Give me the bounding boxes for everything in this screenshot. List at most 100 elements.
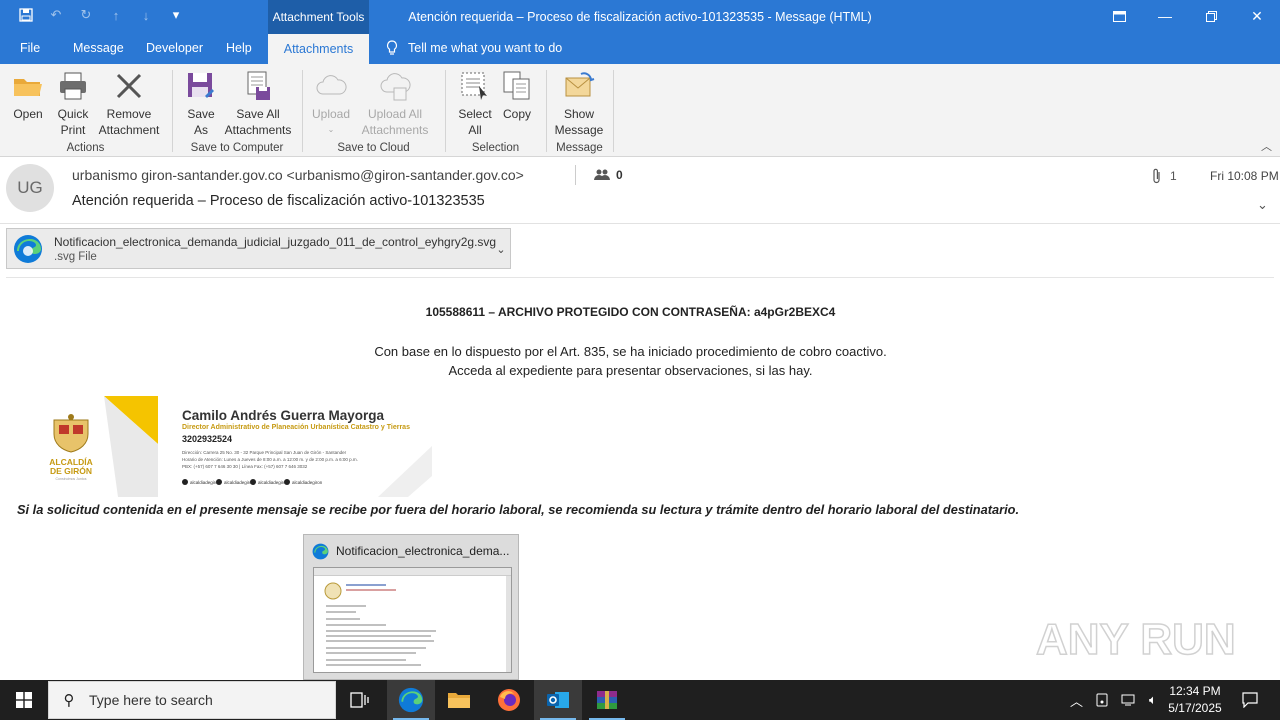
group-save-to-computer: Save As Save All Attachments Save to Com… [173, 68, 301, 156]
paperclip-icon [1153, 168, 1160, 184]
group-label-save-to-cloud: Save to Cloud [337, 142, 410, 154]
winrar-icon [597, 691, 617, 709]
group-label-actions: Actions [66, 142, 105, 154]
instagram-icon [216, 479, 222, 485]
social-twitter: alcaldiadegiron [250, 479, 288, 485]
device-icon[interactable] [1095, 693, 1109, 707]
ribbon-divider [613, 70, 614, 152]
ribbon-display-options-icon[interactable] [1096, 0, 1142, 32]
lightbulb-icon [386, 40, 398, 55]
remove-attachment-button[interactable]: Remove Attachment [96, 70, 162, 138]
upload-all-attachments-button[interactable]: Upload All Attachments [355, 70, 435, 138]
tab-message[interactable]: Message [73, 41, 124, 55]
signature-image: ALCALDÍA DE GIRÓN Construimos Juntos Cam… [28, 396, 432, 497]
taskbar-firefox[interactable] [485, 680, 533, 720]
chevron-down-icon: ⌄ [327, 125, 335, 134]
show-hidden-icons-icon[interactable]: ︿ [1070, 691, 1083, 710]
tell-me-search[interactable]: Tell me what you want to do [386, 40, 562, 56]
signature-hours: Horario de Atención: Lunes a Jueves de 8… [182, 457, 358, 462]
taskbar-file-explorer[interactable] [435, 680, 483, 720]
firefox-icon [498, 689, 520, 711]
select-all-button[interactable]: Select All [454, 70, 496, 138]
edge-icon [312, 543, 329, 560]
open-button[interactable]: Open [6, 70, 50, 122]
header-divider [575, 165, 576, 185]
tab-help[interactable]: Help [226, 41, 252, 55]
undo-icon[interactable]: ↶ [48, 7, 64, 23]
tab-file[interactable]: File [20, 41, 40, 55]
disclaimer: Si la solicitud contenida en el presente… [17, 502, 1020, 517]
window-controls: — ✕ [1096, 0, 1280, 32]
password-line: 105588611 – ARCHIVO PROTEGIDO CON CONTRA… [425, 305, 836, 319]
folder-icon [448, 693, 470, 708]
envelope-icon [565, 72, 595, 97]
taskbar-thumbnail-preview[interactable]: Notificacion_electronica_dema... [303, 534, 519, 680]
twitter-icon [250, 479, 256, 485]
next-item-icon[interactable]: ↓ [138, 7, 154, 23]
notifications-button[interactable] [1230, 680, 1270, 720]
attachment-name: Notificacion_electronica_demanda_judicia… [54, 235, 497, 249]
attachment-count: 1 [1152, 168, 1177, 184]
taskbar-outlook[interactable] [534, 680, 582, 720]
restore-icon[interactable] [1188, 0, 1234, 32]
tab-attachments[interactable]: Attachments [268, 34, 369, 64]
sender[interactable]: urbanismo giron-santander.gov.co <urbani… [72, 167, 524, 183]
task-view-icon [350, 692, 369, 708]
thumbnail-page-preview [313, 567, 512, 673]
group-actions: Open Quick Print Remove Attachment Actio… [0, 68, 171, 156]
start-button[interactable] [0, 680, 48, 720]
sent-time: Fri 10:08 PM [1210, 169, 1279, 183]
taskbar-winrar[interactable] [583, 680, 631, 720]
attachment-dropdown-icon[interactable]: ⌄ [491, 238, 511, 260]
clock-time: 12:34 PM [1169, 684, 1221, 698]
copy-button[interactable]: Copy [500, 70, 534, 122]
group-label-message: Message [556, 142, 603, 154]
customize-toolbar-icon[interactable]: ▾ [168, 7, 184, 23]
recipients-count[interactable]: 0 [594, 168, 623, 182]
volume-icon[interactable]: 🔈︎ [1149, 692, 1157, 708]
attachment-type: .svg File [54, 251, 97, 263]
body-text: Con base en lo dispuesto por el Art. 835… [0, 342, 1261, 380]
expand-header-icon[interactable]: ⌄ [1257, 197, 1268, 213]
taskbar-search[interactable]: ⚲ Type here to search [48, 681, 336, 719]
logo-subtitle: Construimos Juntos [55, 477, 87, 481]
title-bar: ↶ ↻ ↑ ↓ ▾ Attachment Tools Atención requ… [0, 0, 1280, 34]
signature-role: Director Administrativo de Planeación Ur… [182, 424, 410, 431]
copy-icon [503, 71, 530, 100]
quick-print-button[interactable]: Quick Print [51, 70, 95, 138]
logo-text: ALCALDÍA DE GIRÓN [49, 457, 93, 476]
previous-item-icon[interactable]: ↑ [108, 7, 124, 23]
people-icon [594, 169, 610, 180]
folder-icon [14, 79, 42, 96]
svg-text:ANY RUN: ANY RUN [1036, 615, 1236, 664]
redo-icon[interactable]: ↻ [78, 7, 94, 23]
quick-access-toolbar: ↶ ↻ ↑ ↓ ▾ [18, 7, 184, 23]
thumbnail-title: Notificacion_electronica_dema... [336, 544, 510, 558]
save-icon[interactable] [18, 7, 34, 23]
task-view-button[interactable] [336, 680, 384, 720]
taskbar: ⚲ Type here to search ︿ 🔈︎ 12:34 PM 5/17… [0, 680, 1280, 720]
close-icon[interactable]: ✕ [1234, 0, 1280, 32]
clock[interactable]: 12:34 PM 5/17/2025 [1160, 683, 1230, 717]
save-all-attachments-button[interactable]: Save All Attachments [223, 70, 293, 138]
group-label-selection: Selection [471, 142, 520, 154]
social-instagram: alcaldiadegiron [216, 479, 254, 485]
save-as-button[interactable]: Save As [181, 70, 221, 138]
attachment-item[interactable]: Notificacion_electronica_demanda_judicia… [6, 228, 511, 269]
collapse-ribbon-icon[interactable]: ︿ [1261, 138, 1272, 154]
ribbon-tabs: File Message Developer Help Attachments … [0, 34, 1280, 64]
taskbar-edge[interactable] [387, 680, 435, 720]
save-all-icon [247, 71, 270, 100]
notification-icon [1242, 692, 1258, 708]
system-tray: ︿ 🔈︎ [1070, 680, 1157, 720]
network-icon[interactable] [1121, 693, 1137, 707]
minimize-icon[interactable]: — [1142, 0, 1188, 32]
edge-icon [398, 687, 424, 713]
signature-phone: 3202932524 [182, 434, 233, 444]
message-header: UG urbanismo giron-santander.gov.co <urb… [0, 157, 1280, 224]
show-message-button[interactable]: Show Message [553, 70, 605, 138]
preview-scrollbar [506, 576, 511, 672]
search-icon: ⚲ [63, 692, 75, 709]
tab-developer[interactable]: Developer [146, 41, 203, 55]
upload-button[interactable]: Upload ⌄ [309, 70, 353, 138]
